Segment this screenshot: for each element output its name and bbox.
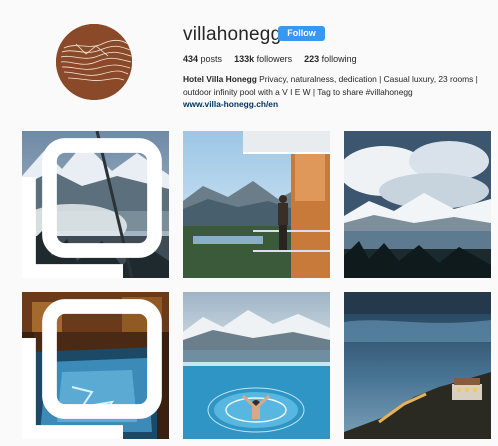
posts-stat: 434 posts [183,54,222,64]
posts-count: 434 [183,54,199,64]
post-image-mountain-clouds [344,131,491,278]
profile-username: villahonegg [183,24,282,45]
following-stat[interactable]: 223 following [304,54,357,64]
profile-avatar[interactable] [56,24,132,100]
profile-bio: Hotel Villa Honegg Privacy, naturalness,… [183,73,483,111]
multiple-photos-icon [22,138,162,278]
bio-name: Hotel Villa Honegg [183,74,257,84]
multiple-photos-icon [22,299,162,439]
bio-website-link[interactable]: www.villa-honegg.ch/en [183,99,278,109]
following-label: following [321,54,357,64]
post-image-infinity-pool [183,292,330,439]
post-thumbnail[interactable] [344,131,491,278]
villahonegg-logo [56,24,132,100]
followers-count: 133k [234,54,255,64]
following-count: 223 [304,54,320,64]
posts-label: posts [200,54,223,64]
followers-stat[interactable]: 133k followers [234,54,292,64]
post-thumbnail[interactable] [22,292,169,439]
post-thumbnail[interactable] [344,292,491,439]
post-thumbnail[interactable] [183,292,330,439]
follow-button[interactable]: Follow [278,26,325,41]
post-image-sea-of-fog [344,292,491,439]
followers-label: followers [256,54,293,64]
profile-stats: 434 posts 133k followers 223 following [183,54,357,64]
post-thumbnail[interactable] [183,131,330,278]
post-thumbnail[interactable] [22,131,169,278]
post-image-balcony-view [183,131,330,278]
